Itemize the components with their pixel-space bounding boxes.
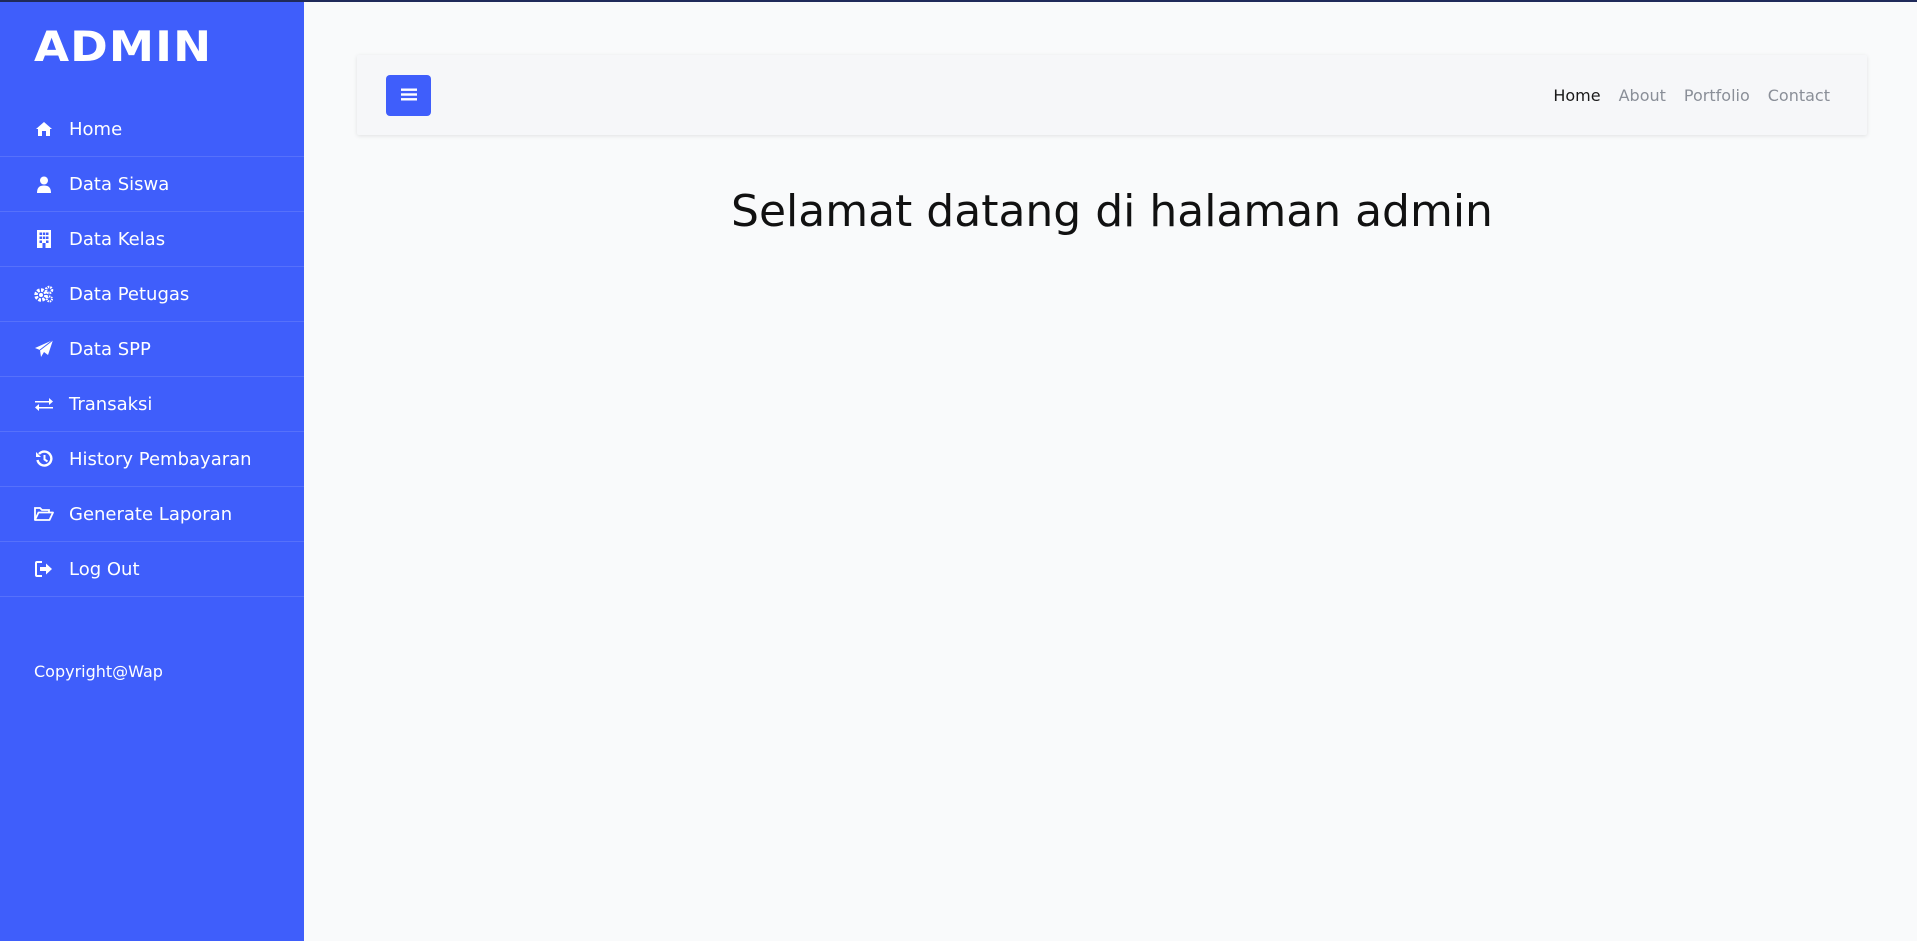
sidebar: ADMIN Home Data Siswa Data Kelas Data Pe… <box>0 2 304 941</box>
sidebar-item-label: Data SPP <box>69 338 151 360</box>
sidebar-item-label: Data Petugas <box>69 283 190 305</box>
folder-open-icon <box>33 505 55 523</box>
user-icon <box>33 175 55 193</box>
top-navbar: Home About Portfolio Contact <box>357 55 1867 135</box>
sidebar-item-log-out[interactable]: Log Out <box>0 542 304 597</box>
sidebar-menu: Home Data Siswa Data Kelas Data Petugas <box>0 102 304 597</box>
sidebar-item-data-siswa[interactable]: Data Siswa <box>0 157 304 212</box>
building-icon <box>33 230 55 248</box>
exchange-icon <box>33 395 55 413</box>
sidebar-item-home[interactable]: Home <box>0 102 304 157</box>
copyright-text: Copyright@Wap <box>34 662 163 681</box>
sidebar-item-data-spp[interactable]: Data SPP <box>0 322 304 377</box>
brand-title: ADMIN <box>34 22 213 71</box>
sidebar-item-label: Generate Laporan <box>69 503 233 525</box>
sidebar-item-history-pembayaran[interactable]: History Pembayaran <box>0 432 304 487</box>
cogs-icon <box>33 285 55 303</box>
sidebar-item-label: History Pembayaran <box>69 448 252 470</box>
page-heading: Selamat datang di halaman admin <box>731 186 1493 237</box>
sidebar-item-label: Data Kelas <box>69 228 166 250</box>
paper-plane-icon <box>33 340 55 358</box>
hamburger-icon <box>400 86 417 105</box>
history-icon <box>33 450 55 468</box>
nav-link-home[interactable]: Home <box>1553 86 1600 105</box>
sidebar-item-transaksi[interactable]: Transaksi <box>0 377 304 432</box>
nav-link-portfolio[interactable]: Portfolio <box>1684 86 1750 105</box>
navbar-links: Home About Portfolio Contact <box>1553 55 1830 135</box>
sidebar-item-label: Data Siswa <box>69 173 170 195</box>
sidebar-item-label: Home <box>69 118 123 140</box>
home-icon <box>33 120 55 138</box>
sidebar-item-generate-laporan[interactable]: Generate Laporan <box>0 487 304 542</box>
nav-link-contact[interactable]: Contact <box>1768 86 1830 105</box>
sidebar-item-data-kelas[interactable]: Data Kelas <box>0 212 304 267</box>
sign-out-icon <box>33 560 55 578</box>
sidebar-toggle-button[interactable] <box>386 75 431 116</box>
sidebar-item-label: Transaksi <box>69 393 153 415</box>
sidebar-item-label: Log Out <box>69 558 140 580</box>
sidebar-item-data-petugas[interactable]: Data Petugas <box>0 267 304 322</box>
nav-link-about[interactable]: About <box>1619 86 1666 105</box>
